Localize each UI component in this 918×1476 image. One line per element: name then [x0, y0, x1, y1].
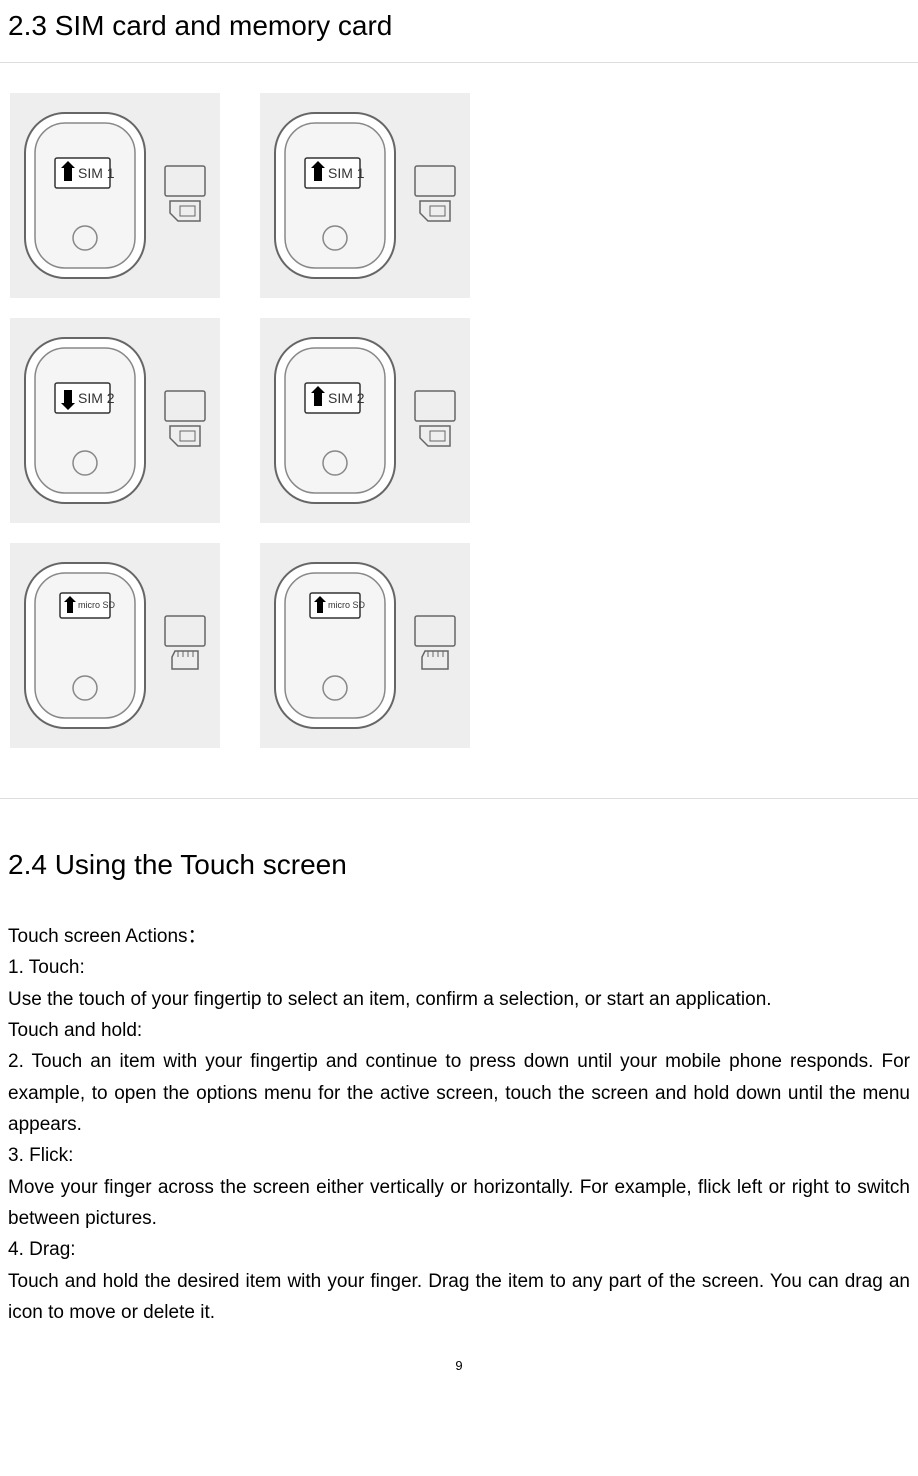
- touch-hold-title: Touch and hold:: [8, 1015, 910, 1046]
- phone-sim2-left: SIM 2: [10, 318, 220, 523]
- sim1-label: SIM 1: [78, 165, 115, 181]
- phone-sim1-left: SIM 1: [10, 93, 220, 298]
- drag-title: 4. Drag:: [8, 1234, 910, 1265]
- sim-card-icon: [410, 161, 460, 231]
- microsd-card-icon: [160, 611, 210, 681]
- touch-body: Use the touch of your fingertip to selec…: [8, 984, 910, 1015]
- sim-diagram-container: SIM 1 SIM 2: [0, 62, 918, 799]
- microsd-card-icon: [410, 611, 460, 681]
- diagram-column-right: SIM 1 SIM 2: [260, 93, 470, 748]
- page-number: 9: [0, 1358, 918, 1383]
- sim-card-icon: [160, 161, 210, 231]
- section-heading-touch: 2.4 Using the Touch screen: [0, 849, 918, 881]
- flick-body: Move your finger across the screen eithe…: [8, 1172, 910, 1235]
- sim1-label: SIM 1: [328, 165, 365, 181]
- phone-shape-icon: SIM 2: [270, 333, 400, 508]
- sim2-label: SIM 2: [78, 390, 115, 406]
- sim-card-icon: [410, 386, 460, 456]
- flick-title: 3. Flick:: [8, 1140, 910, 1171]
- intro-text: Touch screen Actions：: [8, 921, 910, 952]
- microsd-label: micro SD: [78, 600, 116, 610]
- diagram-column-left: SIM 1 SIM 2: [10, 93, 220, 748]
- phone-shape-icon: micro SD: [270, 558, 400, 733]
- body-text: Touch screen Actions： 1. Touch: Use the …: [0, 921, 918, 1328]
- phone-shape-icon: SIM 2: [20, 333, 150, 508]
- phone-shape-icon: micro SD: [20, 558, 150, 733]
- sim-card-icon: [160, 386, 210, 456]
- microsd-label: micro SD: [328, 600, 366, 610]
- section-heading-sim: 2.3 SIM card and memory card: [0, 10, 918, 42]
- phone-sim2-right: SIM 2: [260, 318, 470, 523]
- phone-microsd-right: micro SD: [260, 543, 470, 748]
- phone-shape-icon: SIM 1: [20, 108, 150, 283]
- phone-microsd-left: micro SD: [10, 543, 220, 748]
- touch-hold-body: 2. Touch an item with your fingertip and…: [8, 1046, 910, 1140]
- sim2-label: SIM 2: [328, 390, 365, 406]
- phone-sim1-right: SIM 1: [260, 93, 470, 298]
- phone-shape-icon: SIM 1: [270, 108, 400, 283]
- drag-body: Touch and hold the desired item with you…: [8, 1266, 910, 1329]
- touch-title: 1. Touch:: [8, 952, 910, 983]
